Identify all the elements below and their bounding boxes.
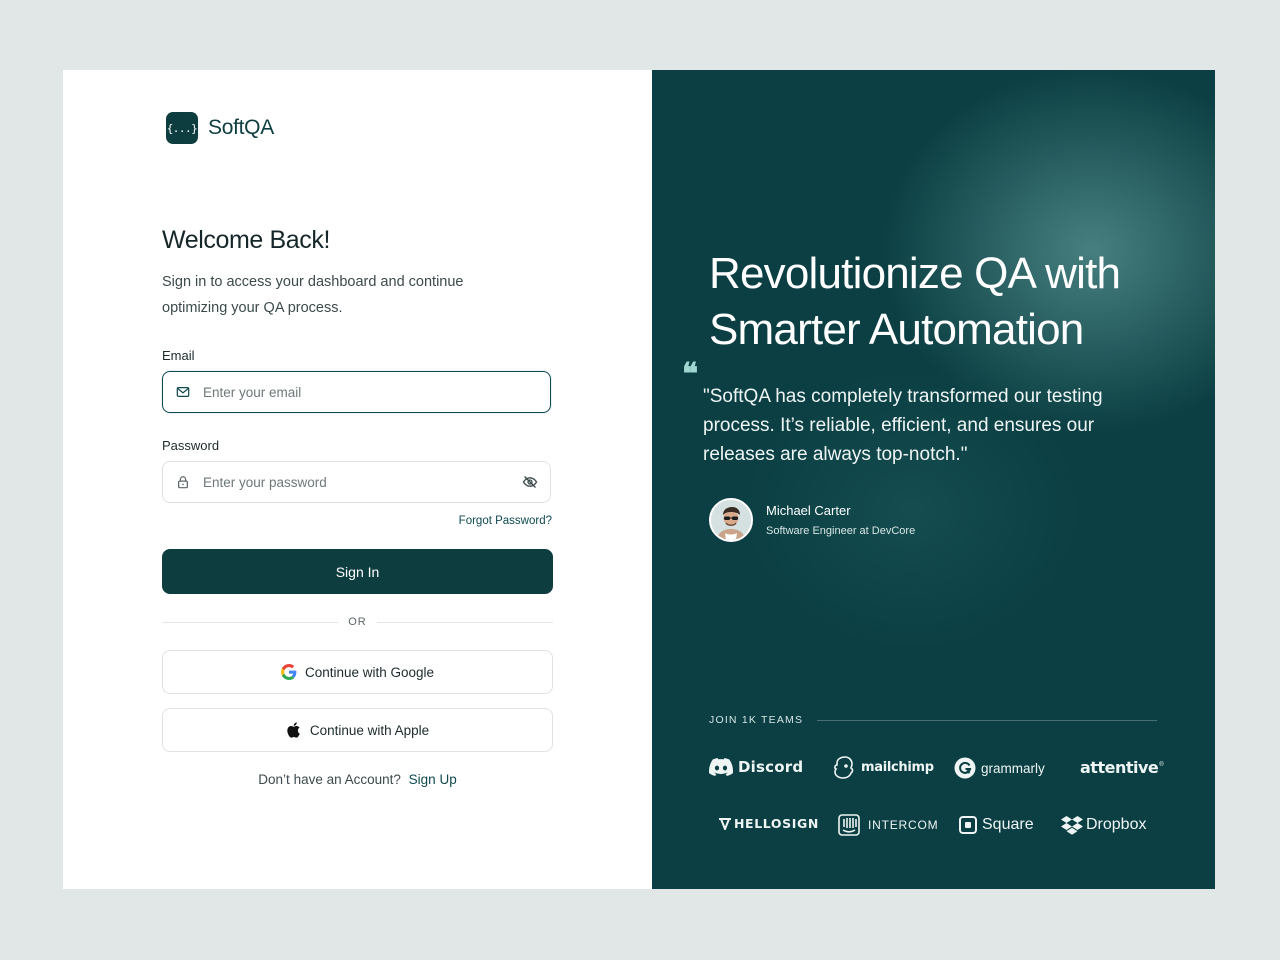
mailchimp-icon bbox=[832, 755, 856, 779]
dropbox-icon bbox=[1061, 815, 1083, 835]
divider-line bbox=[817, 719, 1157, 721]
promo-panel: Revolutionize QA with Smarter Automation… bbox=[652, 70, 1215, 889]
password-input[interactable] bbox=[201, 473, 522, 491]
page-title: Welcome Back! bbox=[162, 226, 331, 254]
registered-mark-icon: ® bbox=[1159, 761, 1164, 768]
lock-icon bbox=[175, 474, 191, 490]
join-teams-divider: JOIN 1K TEAMS bbox=[709, 714, 1157, 726]
logo-name: HELLOSIGN bbox=[734, 816, 819, 831]
email-input[interactable] bbox=[201, 383, 538, 401]
logo-discord: Discord bbox=[709, 757, 803, 777]
promo-headline: Revolutionize QA with Smarter Automation bbox=[709, 249, 1121, 354]
author-info: Michael Carter Software Engineer at DevC… bbox=[766, 503, 915, 537]
logo-name: grammarly bbox=[981, 760, 1045, 776]
intercom-icon bbox=[838, 814, 860, 836]
grammarly-icon bbox=[954, 757, 976, 779]
logo-name: mailchimp bbox=[861, 759, 934, 775]
email-field[interactable] bbox=[162, 371, 551, 413]
google-signin-label: Continue with Google bbox=[304, 664, 435, 680]
author-name: Michael Carter bbox=[766, 503, 851, 518]
apple-icon bbox=[286, 722, 302, 738]
avatar bbox=[709, 498, 753, 542]
logo-dropbox: Dropbox bbox=[1061, 815, 1147, 835]
password-label: Password bbox=[162, 438, 220, 453]
login-panel: {...} SoftQA Welcome Back! Sign in to ac… bbox=[63, 70, 652, 889]
logo-mark-icon: {...} bbox=[166, 112, 198, 144]
password-field[interactable] bbox=[162, 461, 551, 503]
logo-name: Dropbox bbox=[1086, 816, 1147, 833]
eye-off-icon[interactable] bbox=[522, 474, 538, 490]
testimonial-author: Michael Carter Software Engineer at DevC… bbox=[709, 498, 915, 542]
logo-name: Square bbox=[982, 816, 1034, 833]
discord-icon bbox=[709, 757, 733, 777]
page-subtitle: Sign in to access your dashboard and con… bbox=[162, 274, 464, 316]
logo-square: Square bbox=[959, 816, 1034, 834]
hellosign-icon bbox=[718, 817, 732, 831]
join-teams-label: JOIN 1K TEAMS bbox=[709, 714, 804, 726]
logo-mailchimp: mailchimp bbox=[832, 755, 934, 779]
quote-icon: ❝ bbox=[682, 357, 699, 392]
square-icon bbox=[959, 816, 977, 834]
apple-signin-button[interactable]: Continue with Apple bbox=[162, 708, 553, 752]
author-role: Software Engineer at DevCore bbox=[766, 525, 916, 537]
brand-name: SoftQA bbox=[208, 116, 274, 139]
logo-intercom: INTERCOM bbox=[838, 814, 938, 836]
testimonial-quote: "SoftQA has completely transformed our t… bbox=[703, 386, 1103, 465]
login-card: {...} SoftQA Welcome Back! Sign in to ac… bbox=[63, 70, 1215, 889]
google-signin-button[interactable]: Continue with Google bbox=[162, 650, 553, 694]
logo-hellosign: HELLOSIGN bbox=[718, 816, 819, 831]
logo-name: attentive bbox=[1080, 758, 1159, 777]
logo-name: Discord bbox=[738, 758, 804, 776]
google-icon bbox=[280, 664, 297, 680]
sign-in-button[interactable]: Sign In bbox=[162, 549, 553, 594]
mail-icon bbox=[175, 384, 191, 400]
logo-grammarly: grammarly bbox=[954, 757, 1045, 779]
or-label: OR bbox=[348, 616, 367, 628]
divider-line bbox=[376, 621, 553, 623]
logo-name: INTERCOM bbox=[868, 818, 939, 832]
apple-signin-label: Continue with Apple bbox=[309, 722, 430, 738]
forgot-password-link[interactable]: Forgot Password? bbox=[459, 515, 552, 527]
divider-line bbox=[162, 621, 339, 623]
or-divider: OR bbox=[162, 615, 553, 629]
sign-up-link[interactable]: Sign Up bbox=[409, 772, 457, 787]
brand-logo[interactable]: {...} SoftQA bbox=[166, 112, 274, 144]
email-label: Email bbox=[162, 348, 195, 363]
logo-attentive: attentive ® bbox=[1080, 758, 1164, 777]
no-account-text: Don’t have an Account? bbox=[258, 772, 401, 787]
signup-row: Don’t have an Account? Sign Up bbox=[162, 772, 553, 787]
